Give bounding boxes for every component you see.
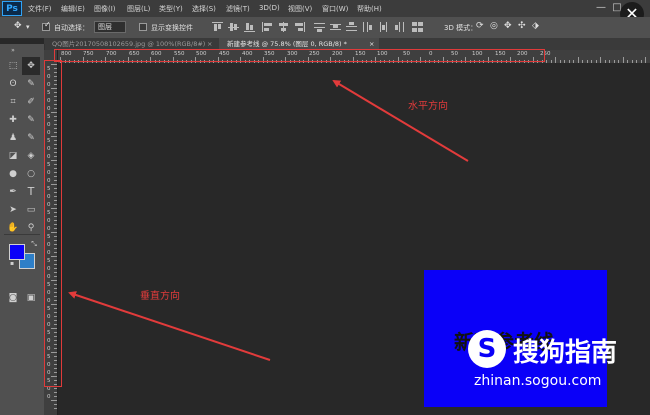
horizontal-annotation: 水平方向 xyxy=(408,101,448,112)
horizontal-arrow xyxy=(332,79,469,162)
vertical-annotation: 垂直方向 xyxy=(140,291,180,302)
annotation-arrows xyxy=(68,79,469,361)
vertical-arrow xyxy=(68,291,271,361)
